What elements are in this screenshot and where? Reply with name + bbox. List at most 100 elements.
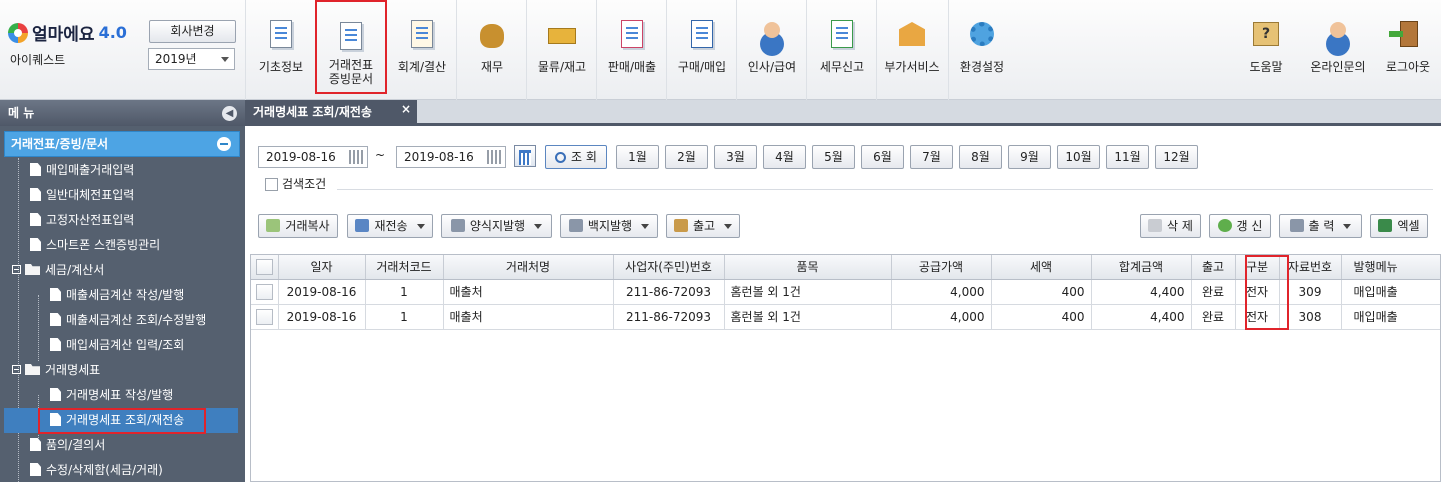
sidebar-item[interactable]: 수정/삭제함(세금/거래) — [30, 458, 163, 482]
toolbar-tax[interactable]: 세무신고 — [810, 0, 874, 100]
column-header[interactable]: 합계금액 — [1091, 255, 1192, 280]
select-all-checkbox[interactable] — [255, 258, 273, 275]
resend-icon — [355, 219, 370, 232]
sidebar-item[interactable]: 매입세금계산 입력/조회 — [50, 333, 184, 358]
toolbar-divider — [526, 0, 527, 100]
column-header[interactable]: 세액 — [991, 255, 1092, 280]
search-button[interactable]: 조 회 — [545, 145, 607, 169]
column-header[interactable]: 품목 — [724, 255, 892, 280]
accounting-icon — [406, 18, 438, 50]
table-cell: 400 — [991, 279, 1092, 305]
sidebar-item[interactable]: 일반대체전표입력 — [30, 183, 134, 208]
ship-button[interactable]: 출고 — [666, 214, 740, 238]
sidebar-folder[interactable]: 거래명세표 — [12, 358, 100, 383]
row-checkbox[interactable] — [255, 308, 273, 325]
close-icon[interactable]: × — [401, 97, 411, 121]
month-button[interactable]: 7월 — [910, 145, 953, 169]
sidebar-item[interactable]: 매입매출거래입력 — [30, 158, 134, 183]
month-button[interactable]: 10월 — [1057, 145, 1100, 169]
sidebar-section-voucher[interactable]: 거래전표/증빙/문서 — [4, 131, 240, 157]
month-button[interactable]: 11월 — [1106, 145, 1149, 169]
month-button[interactable]: 1월 — [616, 145, 659, 169]
select-all-header[interactable] — [251, 255, 279, 280]
month-button[interactable]: 5월 — [812, 145, 855, 169]
toolbar-settings[interactable]: 환경설정 — [950, 0, 1014, 100]
row-select-cell[interactable] — [251, 304, 279, 330]
month-button[interactable]: 4월 — [763, 145, 806, 169]
sidebar-item-label: 품의/결의서 — [46, 438, 106, 452]
brand-version: 4.0 — [98, 23, 127, 42]
column-header[interactable]: 사업자(주민)번호 — [613, 255, 725, 280]
column-header[interactable]: 발행메뉴 — [1341, 255, 1440, 280]
delete-button[interactable]: 삭 제 — [1140, 214, 1201, 238]
year-select[interactable]: 2019년 — [148, 48, 235, 70]
column-header[interactable]: 출고 — [1191, 255, 1236, 280]
toolbar-basic-info[interactable]: 기초정보 — [252, 0, 310, 100]
month-button[interactable]: 8월 — [959, 145, 1002, 169]
month-button[interactable]: 3월 — [714, 145, 757, 169]
refresh-button[interactable]: 갱 신 — [1209, 214, 1271, 238]
sidebar-item[interactable]: 고정자산전표입력 — [30, 208, 134, 233]
tab-trade-statement[interactable]: 거래명세표 조회/재전송 × — [245, 100, 417, 126]
button-label: 백지발행 — [587, 219, 633, 233]
column-header[interactable]: 일자 — [278, 255, 366, 280]
collapse-section-icon[interactable] — [217, 137, 231, 151]
month-button[interactable]: 2월 — [665, 145, 708, 169]
blank-issue-button[interactable]: 백지발행 — [560, 214, 658, 238]
toolbar-logistics[interactable]: 물류/재고 — [530, 0, 594, 100]
copy-trade-button[interactable]: 거래복사 — [258, 214, 338, 238]
table-cell: 홈런볼 외 1건 — [724, 304, 892, 330]
brand-name: 얼마에요 — [32, 25, 95, 45]
row-checkbox[interactable] — [255, 283, 273, 300]
toolbar-extra-service[interactable]: 부가서비스 — [878, 0, 946, 100]
calendar-button[interactable] — [514, 145, 536, 167]
search-label: 조 회 — [571, 150, 597, 164]
sidebar-item[interactable]: 매출세금계산 조회/수정발행 — [50, 308, 206, 333]
date-from-input[interactable]: 2019-08-16 — [258, 146, 368, 168]
print-button[interactable]: 출 력 — [1279, 214, 1362, 238]
tab-label: 거래명세표 조회/재전송 — [253, 105, 372, 119]
toolbar-finance[interactable]: 재무 — [460, 0, 524, 100]
excel-button[interactable]: 엑셀 — [1370, 214, 1428, 238]
toolbar-voucher[interactable]: 거래전표 증빙문서 — [315, 0, 387, 94]
row-select-cell[interactable] — [251, 279, 279, 305]
collapse-toggle-icon[interactable] — [12, 265, 21, 274]
toolbar-sales[interactable]: 판매/매출 — [600, 0, 664, 100]
column-header[interactable]: 공급가액 — [891, 255, 992, 280]
toolbar-divider — [245, 0, 246, 100]
month-button[interactable]: 12월 — [1155, 145, 1198, 169]
date-to-input[interactable]: 2019-08-16 — [396, 146, 506, 168]
table-cell: 4,400 — [1091, 279, 1192, 305]
collapse-sidebar-icon[interactable]: ◀ — [222, 106, 237, 121]
toolbar-divider — [666, 0, 667, 100]
sidebar-item[interactable]: 거래명세표 작성/발행 — [50, 383, 173, 408]
month-button[interactable]: 9월 — [1008, 145, 1051, 169]
chevron-down-icon — [534, 224, 543, 229]
collapse-toggle-icon[interactable] — [12, 365, 21, 374]
toolbar-logout[interactable]: 로그아웃 — [1378, 0, 1438, 100]
toolbar-help[interactable]: 도움말 — [1236, 0, 1296, 100]
table-cell: 매출처 — [443, 279, 614, 305]
toolbar-accounting[interactable]: 회계/결산 — [390, 0, 454, 100]
sidebar-item[interactable]: 품의/결의서 — [30, 433, 105, 458]
toolbar-online-inquiry[interactable]: 온라인문의 — [1302, 0, 1374, 100]
resend-button[interactable]: 재전송 — [347, 214, 433, 238]
month-button[interactable]: 6월 — [861, 145, 904, 169]
toolbar-purchase[interactable]: 구매/매입 — [670, 0, 734, 100]
toolbar-hr[interactable]: 인사/급여 — [740, 0, 804, 100]
change-company-button[interactable]: 회사변경 — [149, 20, 236, 43]
sidebar-folder[interactable]: 세금/계산서 — [12, 258, 104, 283]
form-issue-button[interactable]: 양식지발행 — [441, 214, 552, 238]
page-icon — [50, 338, 61, 351]
sidebar-item[interactable]: 매출세금계산 작성/발행 — [50, 283, 184, 308]
column-header[interactable]: 거래처코드 — [365, 255, 444, 280]
calendar-icon[interactable] — [487, 150, 501, 164]
excel-icon — [1378, 219, 1393, 232]
sidebar-item[interactable]: 스마트폰 스캔증빙관리 — [30, 233, 160, 258]
table-cell: 2019-08-16 — [278, 304, 366, 330]
column-header[interactable]: 거래처명 — [443, 255, 614, 280]
toolbar-label: 도움말 — [1249, 60, 1283, 74]
calendar-icon[interactable] — [349, 150, 363, 164]
search-condition-checkbox[interactable] — [265, 178, 278, 191]
table-cell: 매출처 — [443, 304, 614, 330]
